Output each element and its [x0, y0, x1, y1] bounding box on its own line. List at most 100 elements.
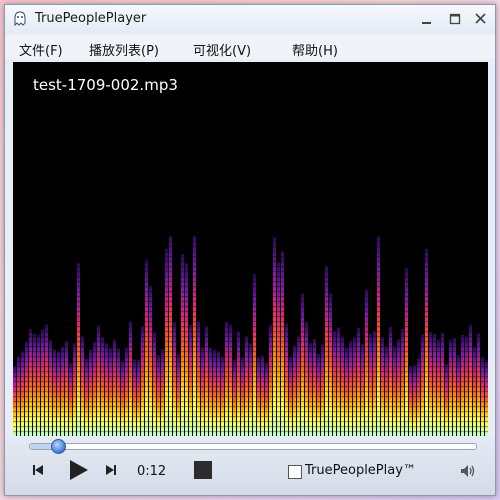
- spectrum-scanline: [13, 321, 488, 323]
- spectrum-scanline: [13, 356, 488, 358]
- close-button[interactable]: [469, 9, 493, 29]
- spectrum-bar: [153, 332, 156, 436]
- seek-thumb[interactable]: [50, 439, 66, 454]
- spectrum-scanline: [13, 371, 488, 373]
- skip-next-icon[interactable]: [104, 463, 118, 477]
- spectrum-scanline: [13, 281, 488, 283]
- spectrum-scanline: [13, 396, 488, 398]
- spectrum-scanline: [13, 351, 488, 353]
- spectrum-bar: [157, 355, 160, 436]
- spectrum-scanline: [13, 286, 488, 288]
- spectrum-scanline: [13, 416, 488, 418]
- spectrum-bar: [69, 363, 72, 436]
- spectrum-bar: [173, 322, 176, 436]
- ghost-icon: [14, 11, 26, 27]
- title-bar[interactable]: TruePeoplePlayer: [5, 5, 495, 33]
- spectrum-bar: [281, 250, 284, 436]
- spectrum-scanline: [13, 276, 488, 278]
- spectrum-scanline: [13, 251, 488, 253]
- spectrum-scanline: [13, 426, 488, 428]
- trueplay-checkbox[interactable]: [288, 465, 302, 479]
- spectrum-bar: [445, 363, 448, 436]
- menu-visualization[interactable]: 可视化(V): [193, 40, 251, 59]
- menu-playlist[interactable]: 播放列表(P): [89, 40, 159, 59]
- spectrum-bar: [429, 332, 432, 436]
- control-bar: 0:12 TruePeoplePlay™: [5, 437, 495, 495]
- spectrum-scanline: [13, 411, 488, 413]
- spectrum-scanline: [13, 306, 488, 308]
- spectrum-scanline: [13, 391, 488, 393]
- spectrum-scanline: [13, 331, 488, 333]
- play-icon[interactable]: [65, 457, 91, 483]
- menu-file[interactable]: 文件(F): [19, 40, 63, 59]
- spectrum-bar: [261, 355, 264, 436]
- spectrum-bar: [197, 321, 200, 436]
- spectrum-bar: [185, 263, 188, 436]
- spectrum-bar: [321, 344, 324, 436]
- spectrum-bar: [77, 263, 80, 436]
- spectrum-bar: [361, 344, 364, 436]
- spectrum-scanline: [13, 361, 488, 363]
- minimize-button[interactable]: [415, 9, 439, 29]
- spectrum-scanline: [13, 266, 488, 268]
- visualization-area[interactable]: test-1709-002.mp3: [13, 62, 488, 436]
- spectrum-scanline: [13, 381, 488, 383]
- spectrum-bar: [41, 329, 44, 436]
- elapsed-time: 0:12: [137, 464, 167, 479]
- window-title: TruePeoplePlayer: [35, 11, 147, 26]
- spectrum-bar: [441, 332, 444, 436]
- spectrum-scanline: [13, 386, 488, 388]
- spectrum-scanline: [13, 336, 488, 338]
- spectrum-scanline: [13, 301, 488, 303]
- spectrum-bar: [21, 351, 24, 436]
- spectrum-scanline: [13, 256, 488, 258]
- spectrum-bar: [217, 350, 220, 436]
- menu-help[interactable]: 帮助(H): [292, 40, 338, 59]
- spectrum-scanline: [13, 236, 488, 238]
- spectrum-scanline: [13, 421, 488, 423]
- spectrum-scanline: [13, 241, 488, 243]
- spectrum-scanline: [13, 316, 488, 318]
- spectrum-scanline: [13, 406, 488, 408]
- spectrum-bar: [85, 358, 88, 436]
- spectrum-bar: [301, 293, 304, 436]
- spectrum-bar: [53, 349, 56, 436]
- spectrum-bar: [265, 362, 268, 436]
- spectrum-scanline: [13, 311, 488, 313]
- spectrum-bar: [285, 323, 288, 436]
- spectrum-bar: [305, 322, 308, 436]
- spectrum-bar: [421, 334, 424, 436]
- spectrum-bar: [57, 351, 60, 436]
- seek-bar[interactable]: [29, 439, 477, 454]
- close-icon: [475, 13, 486, 24]
- speaker-icon[interactable]: [460, 463, 476, 479]
- spectrum-bar: [329, 293, 332, 436]
- spectrum-bar: [433, 333, 436, 436]
- now-playing-filename: test-1709-002.mp3: [33, 76, 178, 94]
- minimize-icon: [422, 22, 431, 24]
- spectrum-bar: [457, 355, 460, 436]
- spectrum-scanline: [13, 326, 488, 328]
- spectrum-scanline: [13, 366, 488, 368]
- spectrum-bar: [461, 334, 464, 436]
- spectrum-scanline: [13, 341, 488, 343]
- spectrum-visualization: [13, 236, 488, 436]
- trueplay-label: TruePeoplePlay™: [305, 463, 416, 478]
- maximize-icon: [449, 13, 461, 25]
- spectrum-bar: [165, 249, 168, 436]
- spectrum-bar: [121, 361, 124, 436]
- spectrum-scanline: [13, 431, 488, 433]
- spectrum-scanline: [13, 246, 488, 248]
- spectrum-scanline: [13, 296, 488, 298]
- spectrum-bar: [89, 349, 92, 436]
- maximize-button[interactable]: [443, 9, 467, 29]
- spectrum-bar: [29, 329, 32, 436]
- skip-previous-icon[interactable]: [31, 463, 45, 477]
- spectrum-bar: [297, 335, 300, 436]
- spectrum-bar: [133, 359, 136, 436]
- spectrum-bar: [401, 329, 404, 436]
- spectrum-scanline: [13, 261, 488, 263]
- spectrum-bar: [225, 321, 228, 436]
- spectrum-scanline: [13, 271, 488, 273]
- stop-icon[interactable]: [193, 460, 213, 480]
